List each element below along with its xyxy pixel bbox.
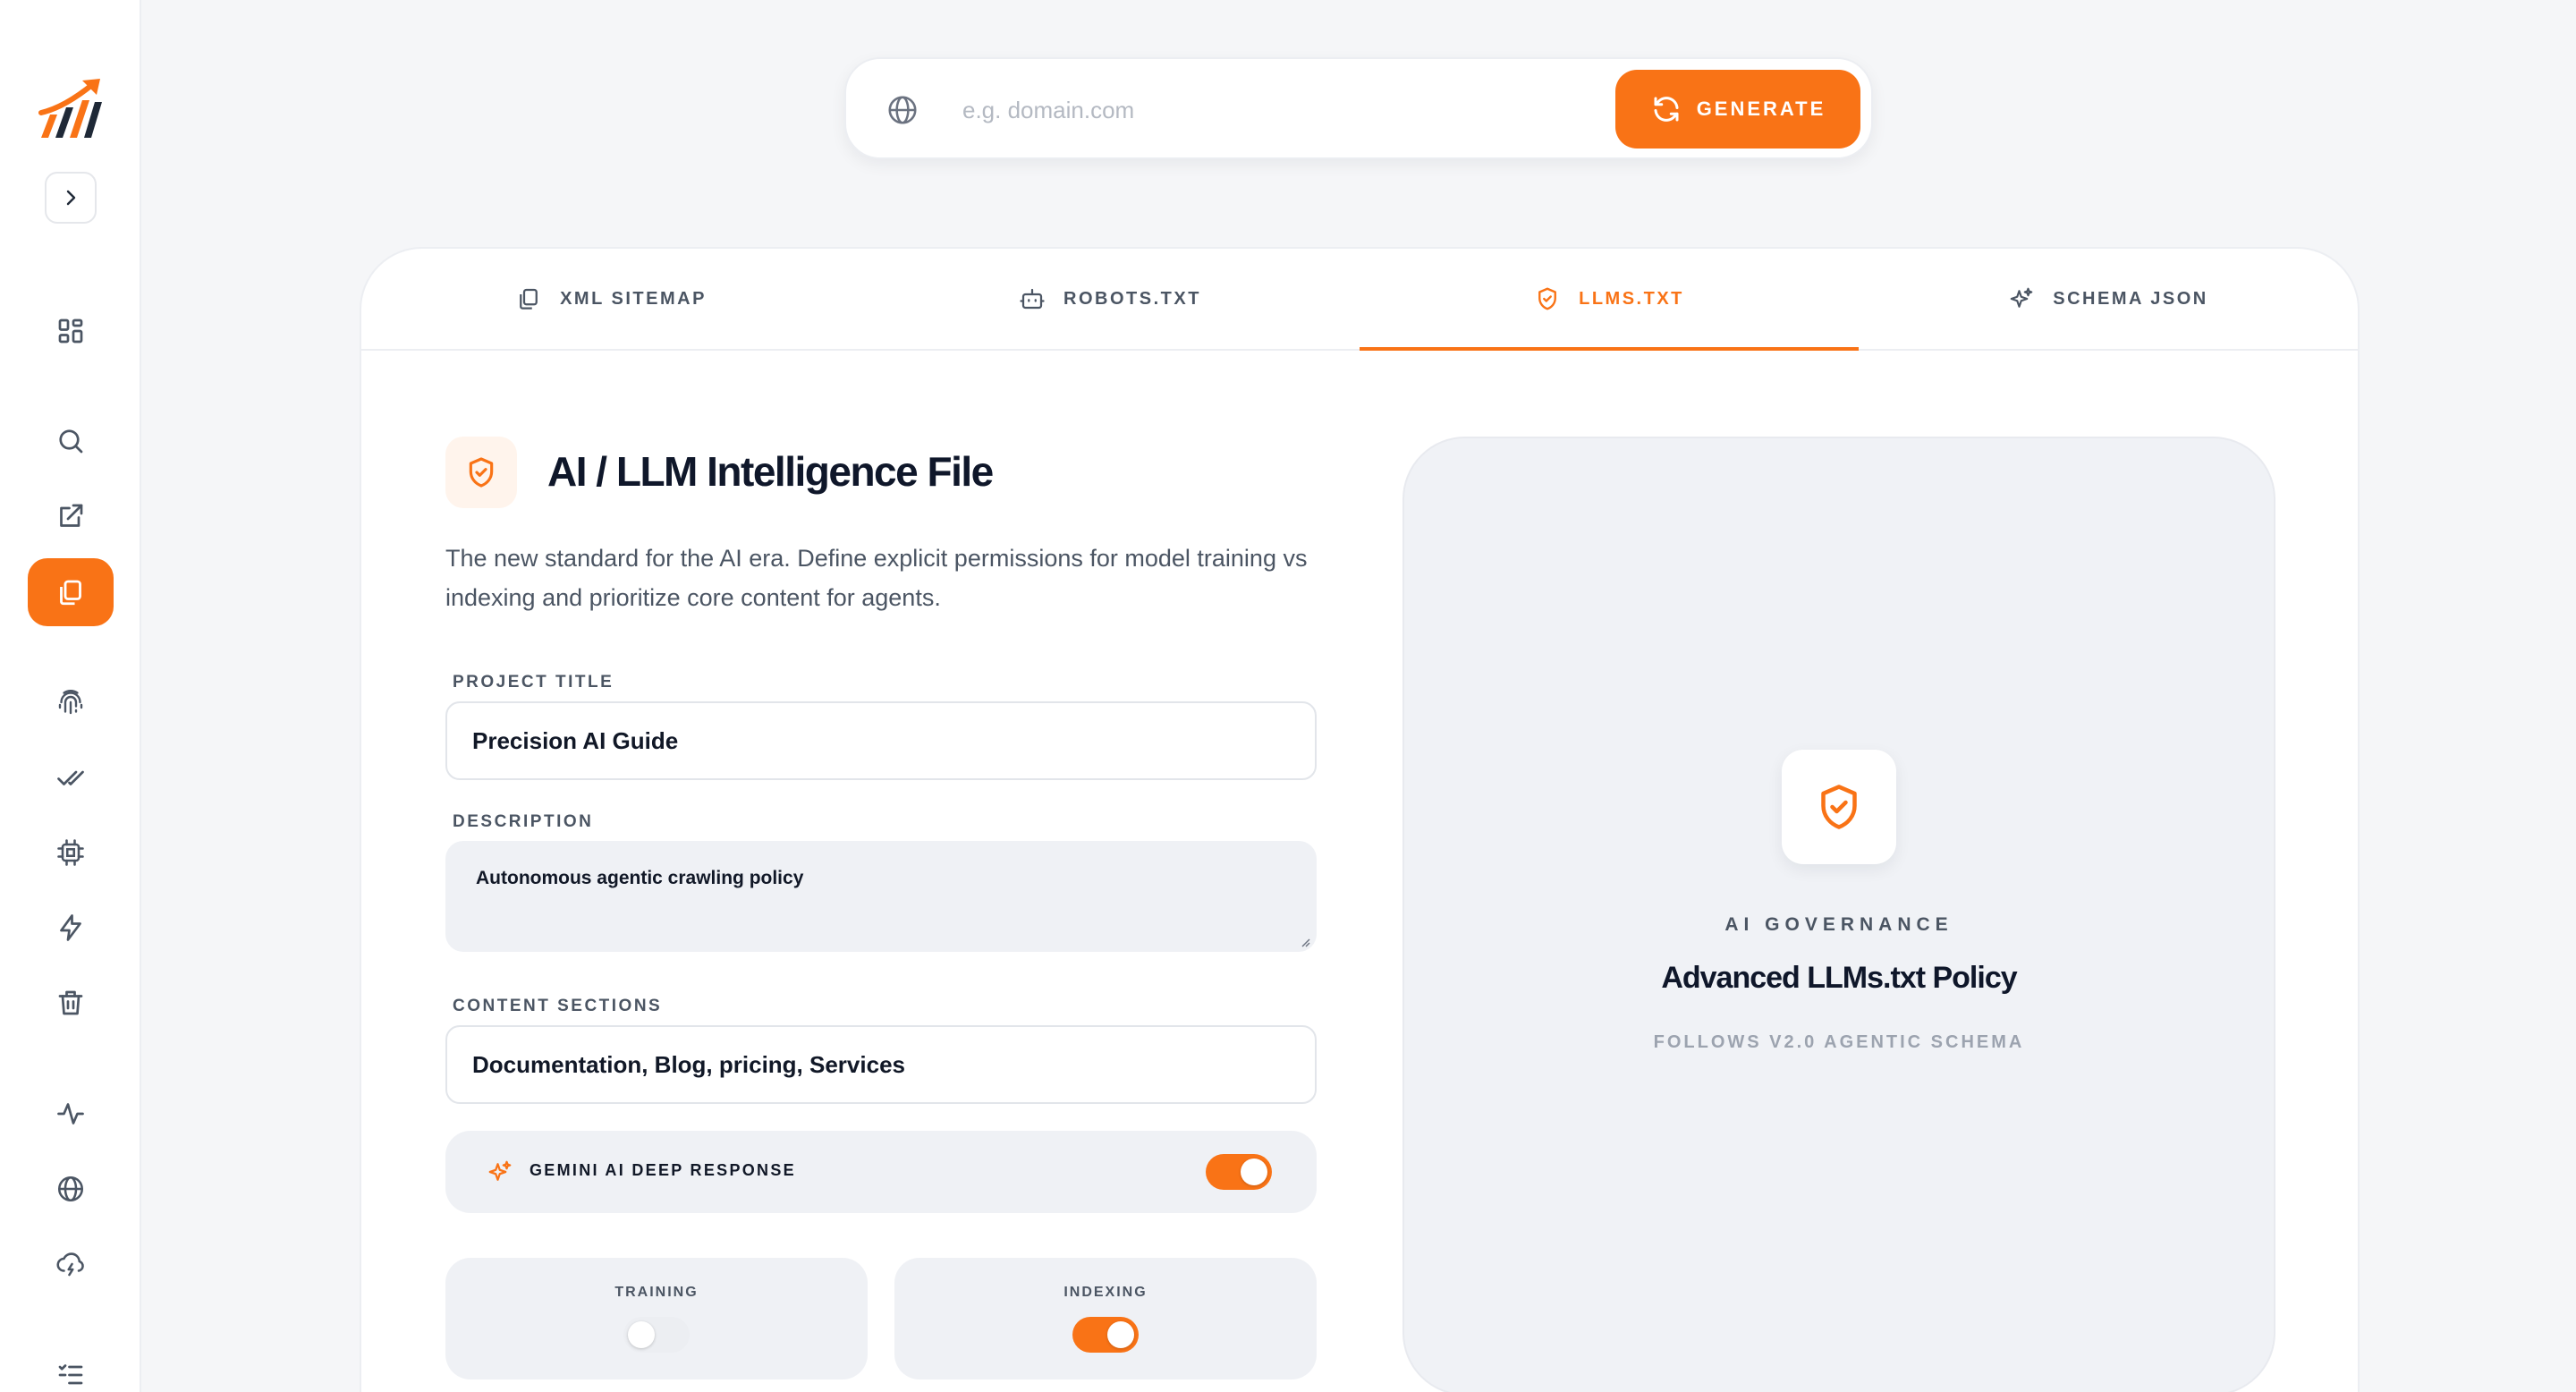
content-sections-label: CONTENT SECTIONS — [453, 997, 663, 1015]
sparkles-icon — [488, 1160, 512, 1181]
copy-icon — [520, 288, 538, 310]
shield-check-icon — [1782, 750, 1896, 864]
logo[interactable] — [38, 75, 106, 141]
fingerprint-icon[interactable] — [45, 676, 97, 728]
policy-preview-panel: AI GOVERNANCE Advanced LLMs.txt Policy F… — [1402, 437, 2275, 1392]
activity-icon[interactable] — [45, 1088, 97, 1140]
robot-icon — [1020, 288, 1045, 310]
external-link-icon[interactable] — [45, 490, 97, 542]
tab-bar: XML SITEMAP ROBOTS.TXT LLMS.TXT SCHEMA J… — [361, 249, 2358, 351]
project-title-label: PROJECT TITLE — [453, 673, 614, 692]
generate-label: GENERATE — [1696, 98, 1826, 120]
tab-label: ROBOTS.TXT — [1063, 288, 1201, 309]
tab-label: SCHEMA JSON — [2053, 288, 2208, 309]
tab-xml-sitemap[interactable]: XML SITEMAP — [361, 249, 860, 349]
project-title-input[interactable]: Precision AI Guide — [445, 701, 1317, 780]
description-value: Autonomous agentic crawling policy — [476, 868, 804, 888]
tab-label: LLMS.TXT — [1579, 288, 1684, 309]
page-title: AI / LLM Intelligence File — [547, 448, 994, 495]
preview-title: Advanced LLMs.txt Policy — [1661, 961, 2017, 995]
tab-schema-json[interactable]: SCHEMA JSON — [1859, 249, 2358, 349]
indexing-toggle[interactable] — [1072, 1317, 1139, 1353]
copy-icon[interactable] — [28, 558, 114, 626]
training-label: TRAINING — [614, 1285, 699, 1300]
cloud-lightning-icon[interactable] — [45, 1238, 97, 1290]
expand-sidebar-button[interactable] — [45, 172, 97, 224]
shield-check-icon — [1538, 287, 1557, 310]
training-toggle[interactable] — [623, 1317, 690, 1353]
search-icon[interactable] — [45, 415, 97, 467]
description-textarea[interactable]: Autonomous agentic crawling policy — [445, 841, 1317, 952]
indexing-label: INDEXING — [1063, 1285, 1148, 1300]
toggle-knob — [628, 1321, 655, 1348]
gemini-ai-toggle[interactable] — [1206, 1154, 1272, 1190]
globe-icon — [888, 96, 917, 124]
tab-llms-txt[interactable]: LLMS.TXT — [1360, 249, 1859, 351]
cpu-chip-icon[interactable] — [45, 827, 97, 878]
gemini-ai-toggle-row: GEMINI AI DEEP RESPONSE — [445, 1131, 1317, 1213]
refresh-icon — [1654, 97, 1679, 122]
project-title-value: Precision AI Guide — [472, 726, 679, 754]
list-check-icon[interactable] — [45, 1349, 97, 1392]
content-sections-input[interactable]: Documentation, Blog, pricing, Services — [445, 1025, 1317, 1104]
content-sections-value: Documentation, Blog, pricing, Services — [472, 1050, 905, 1078]
training-card: TRAINING — [445, 1258, 868, 1379]
generate-button[interactable]: GENERATE — [1615, 70, 1860, 149]
sparkles-icon — [2010, 287, 2033, 308]
lightning-icon[interactable] — [45, 902, 97, 954]
double-check-icon[interactable] — [45, 751, 97, 803]
trash-icon[interactable] — [45, 977, 97, 1029]
chevron-right-icon — [66, 190, 76, 206]
toggle-knob — [1241, 1159, 1267, 1185]
description-label: DESCRIPTION — [453, 812, 594, 831]
tab-label: XML SITEMAP — [560, 288, 707, 309]
intro-text: The new standard for the AI era. Define … — [445, 545, 1308, 611]
domain-search-bar: GENERATE — [844, 57, 1873, 159]
sidebar — [0, 0, 141, 1392]
gemini-ai-label: GEMINI AI DEEP RESPONSE — [530, 1161, 796, 1179]
globe-icon[interactable] — [45, 1163, 97, 1215]
dashboard-grid-icon[interactable] — [45, 305, 97, 357]
generator-card: XML SITEMAP ROBOTS.TXT LLMS.TXT SCHEMA J… — [360, 247, 2360, 1392]
preview-subtitle: FOLLOWS V2.0 AGENTIC SCHEMA — [1653, 1032, 2025, 1052]
shield-check-icon — [445, 437, 517, 508]
preview-kicker: AI GOVERNANCE — [1724, 914, 1953, 935]
toggle-knob — [1107, 1321, 1134, 1348]
tab-robots-txt[interactable]: ROBOTS.TXT — [860, 249, 1360, 349]
indexing-card: INDEXING — [894, 1258, 1317, 1379]
domain-input[interactable] — [962, 84, 1535, 136]
resize-grip-icon[interactable] — [1297, 934, 1311, 948]
